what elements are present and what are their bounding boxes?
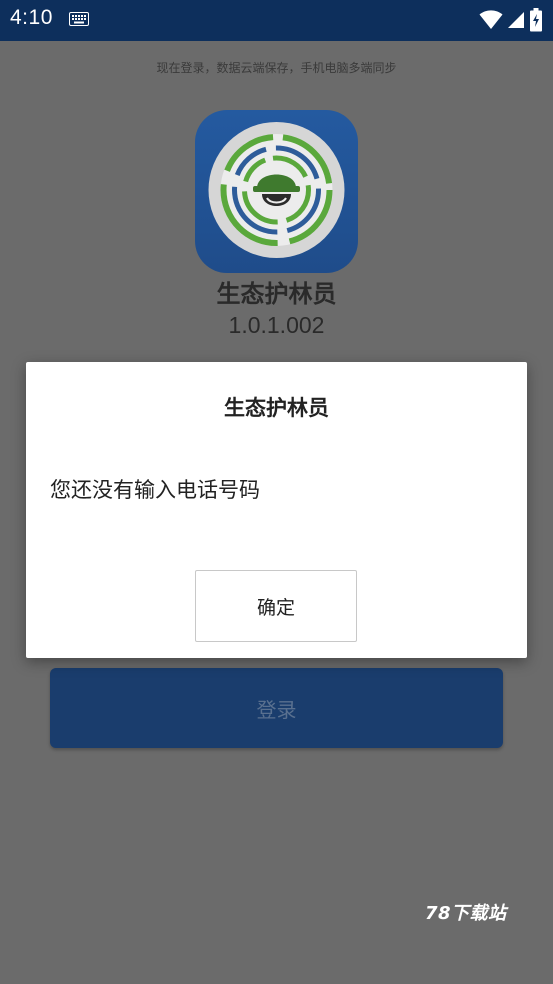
status-bar: 4:10 — [0, 0, 553, 41]
battery-icon — [530, 8, 542, 32]
app-name: 生态护林员 — [216, 280, 337, 308]
alert-dialog: 生态护林员 您还没有输入电话号码 确定 — [26, 362, 527, 658]
app-logo — [195, 110, 358, 273]
signal-icon — [508, 12, 524, 28]
watermark-text: 78下载站 — [425, 903, 507, 924]
dialog-message: 您还没有输入电话号码 — [50, 478, 260, 502]
keyboard-icon — [69, 12, 89, 26]
dialog-title: 生态护林员 — [224, 396, 329, 420]
app-version: 1.0.1.002 — [228, 312, 325, 338]
status-time: 4:10 — [10, 6, 53, 29]
login-button[interactable]: 登录 — [50, 668, 503, 748]
status-icons — [479, 8, 543, 32]
forest-ranger-logo-icon — [208, 122, 345, 258]
wifi-icon — [479, 10, 503, 29]
sync-hint-text: 现在登录，数据云端保存，手机电脑多端同步 — [156, 61, 397, 75]
ok-button[interactable]: 确定 — [195, 570, 357, 642]
